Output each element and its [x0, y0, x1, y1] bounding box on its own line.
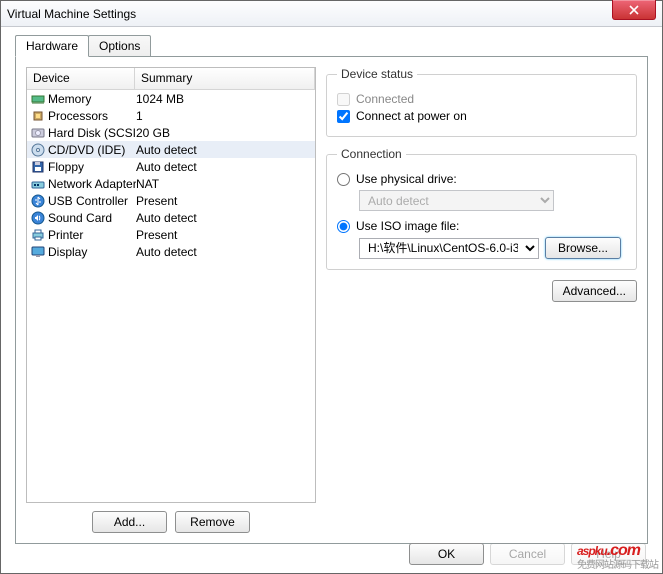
floppy-icon — [30, 160, 46, 174]
device-summary: Auto detect — [136, 211, 312, 225]
advanced-button[interactable]: Advanced... — [552, 280, 637, 302]
device-summary: Auto detect — [136, 160, 312, 174]
connected-row: Connected — [337, 92, 626, 106]
connected-label: Connected — [356, 92, 414, 106]
table-row[interactable]: USB ControllerPresent — [27, 192, 315, 209]
device-summary: Present — [136, 194, 312, 208]
table-row[interactable]: Processors1 — [27, 107, 315, 124]
connect-power-checkbox[interactable] — [337, 110, 350, 123]
connect-power-label: Connect at power on — [356, 109, 467, 123]
device-name: Sound Card — [48, 211, 136, 225]
sound-icon — [30, 211, 46, 225]
device-name: Processors — [48, 109, 136, 123]
advanced-row: Advanced... — [326, 280, 637, 302]
physical-drive-select: Auto detect — [359, 190, 554, 211]
device-name: Network Adapter — [48, 177, 136, 191]
close-icon — [629, 5, 639, 15]
tab-options[interactable]: Options — [88, 35, 151, 57]
table-row[interactable]: PrinterPresent — [27, 226, 315, 243]
titlebar: Virtual Machine Settings — [1, 1, 662, 27]
iso-label: Use ISO image file: — [356, 219, 459, 233]
connect-power-row: Connect at power on — [337, 109, 626, 123]
tab-bar: Hardware Options — [15, 35, 648, 57]
device-table: Device Summary Memory1024 MBProcessors1H… — [26, 67, 316, 503]
device-summary: 1 — [136, 109, 312, 123]
table-row[interactable]: DisplayAuto detect — [27, 243, 315, 260]
display-icon — [30, 245, 46, 259]
table-row[interactable]: Hard Disk (SCSI)20 GB — [27, 124, 315, 141]
device-summary: Auto detect — [136, 245, 312, 259]
device-summary: NAT — [136, 177, 312, 191]
col-summary: Summary — [135, 68, 315, 89]
cd-icon — [30, 143, 46, 157]
cpu-icon — [30, 109, 46, 123]
device-detail-pane: Device status Connected Connect at power… — [326, 67, 637, 533]
printer-icon — [30, 228, 46, 242]
table-row[interactable]: CD/DVD (IDE)Auto detect — [27, 141, 315, 158]
table-row[interactable]: Network AdapterNAT — [27, 175, 315, 192]
table-row[interactable]: FloppyAuto detect — [27, 158, 315, 175]
remove-button[interactable]: Remove — [175, 511, 250, 533]
ok-button[interactable]: OK — [409, 543, 484, 565]
usb-icon — [30, 194, 46, 208]
iso-row: Use ISO image file: — [337, 219, 626, 233]
hdd-icon — [30, 126, 46, 140]
device-name: Memory — [48, 92, 136, 106]
physical-drive-label: Use physical drive: — [356, 172, 457, 186]
connected-checkbox — [337, 93, 350, 106]
memory-icon — [30, 92, 46, 106]
table-row[interactable]: Memory1024 MB — [27, 90, 315, 107]
help-button[interactable]: Help — [571, 543, 646, 565]
col-device: Device — [27, 68, 135, 89]
device-name: USB Controller — [48, 194, 136, 208]
window-title: Virtual Machine Settings — [7, 7, 136, 21]
iso-radio[interactable] — [337, 220, 350, 233]
browse-button[interactable]: Browse... — [545, 237, 621, 259]
hardware-list-pane: Device Summary Memory1024 MBProcessors1H… — [26, 67, 316, 533]
dialog-content: Hardware Options Device Summary Memory10… — [1, 27, 662, 544]
cancel-button[interactable]: Cancel — [490, 543, 565, 565]
device-rows: Memory1024 MBProcessors1Hard Disk (SCSI)… — [27, 90, 315, 260]
device-name: Printer — [48, 228, 136, 242]
tab-hardware[interactable]: Hardware — [15, 35, 89, 57]
device-status-group: Device status Connected Connect at power… — [326, 67, 637, 137]
device-name: Display — [48, 245, 136, 259]
connection-group: Connection Use physical drive: Auto dete… — [326, 147, 637, 270]
add-button[interactable]: Add... — [92, 511, 167, 533]
iso-sub: H:\软件\Linux\CentOS-6.0-i386 Browse... — [359, 237, 626, 259]
close-button[interactable] — [612, 0, 656, 20]
device-summary: 1024 MB — [136, 92, 312, 106]
physical-drive-row: Use physical drive: — [337, 172, 626, 186]
device-name: CD/DVD (IDE) — [48, 143, 136, 157]
physical-drive-sub: Auto detect — [359, 190, 626, 211]
device-summary: Auto detect — [136, 143, 312, 157]
device-buttons: Add... Remove — [26, 511, 316, 533]
device-table-header: Device Summary — [27, 68, 315, 90]
dialog-footer: OK Cancel Help — [409, 543, 646, 565]
connection-legend: Connection — [337, 147, 406, 161]
physical-drive-radio[interactable] — [337, 173, 350, 186]
table-row[interactable]: Sound CardAuto detect — [27, 209, 315, 226]
device-name: Hard Disk (SCSI) — [48, 126, 136, 140]
tab-panel: Device Summary Memory1024 MBProcessors1H… — [15, 56, 648, 544]
device-name: Floppy — [48, 160, 136, 174]
device-summary: 20 GB — [136, 126, 312, 140]
iso-path-combo[interactable]: H:\软件\Linux\CentOS-6.0-i386 — [359, 238, 539, 259]
device-status-legend: Device status — [337, 67, 417, 81]
net-icon — [30, 177, 46, 191]
device-summary: Present — [136, 228, 312, 242]
